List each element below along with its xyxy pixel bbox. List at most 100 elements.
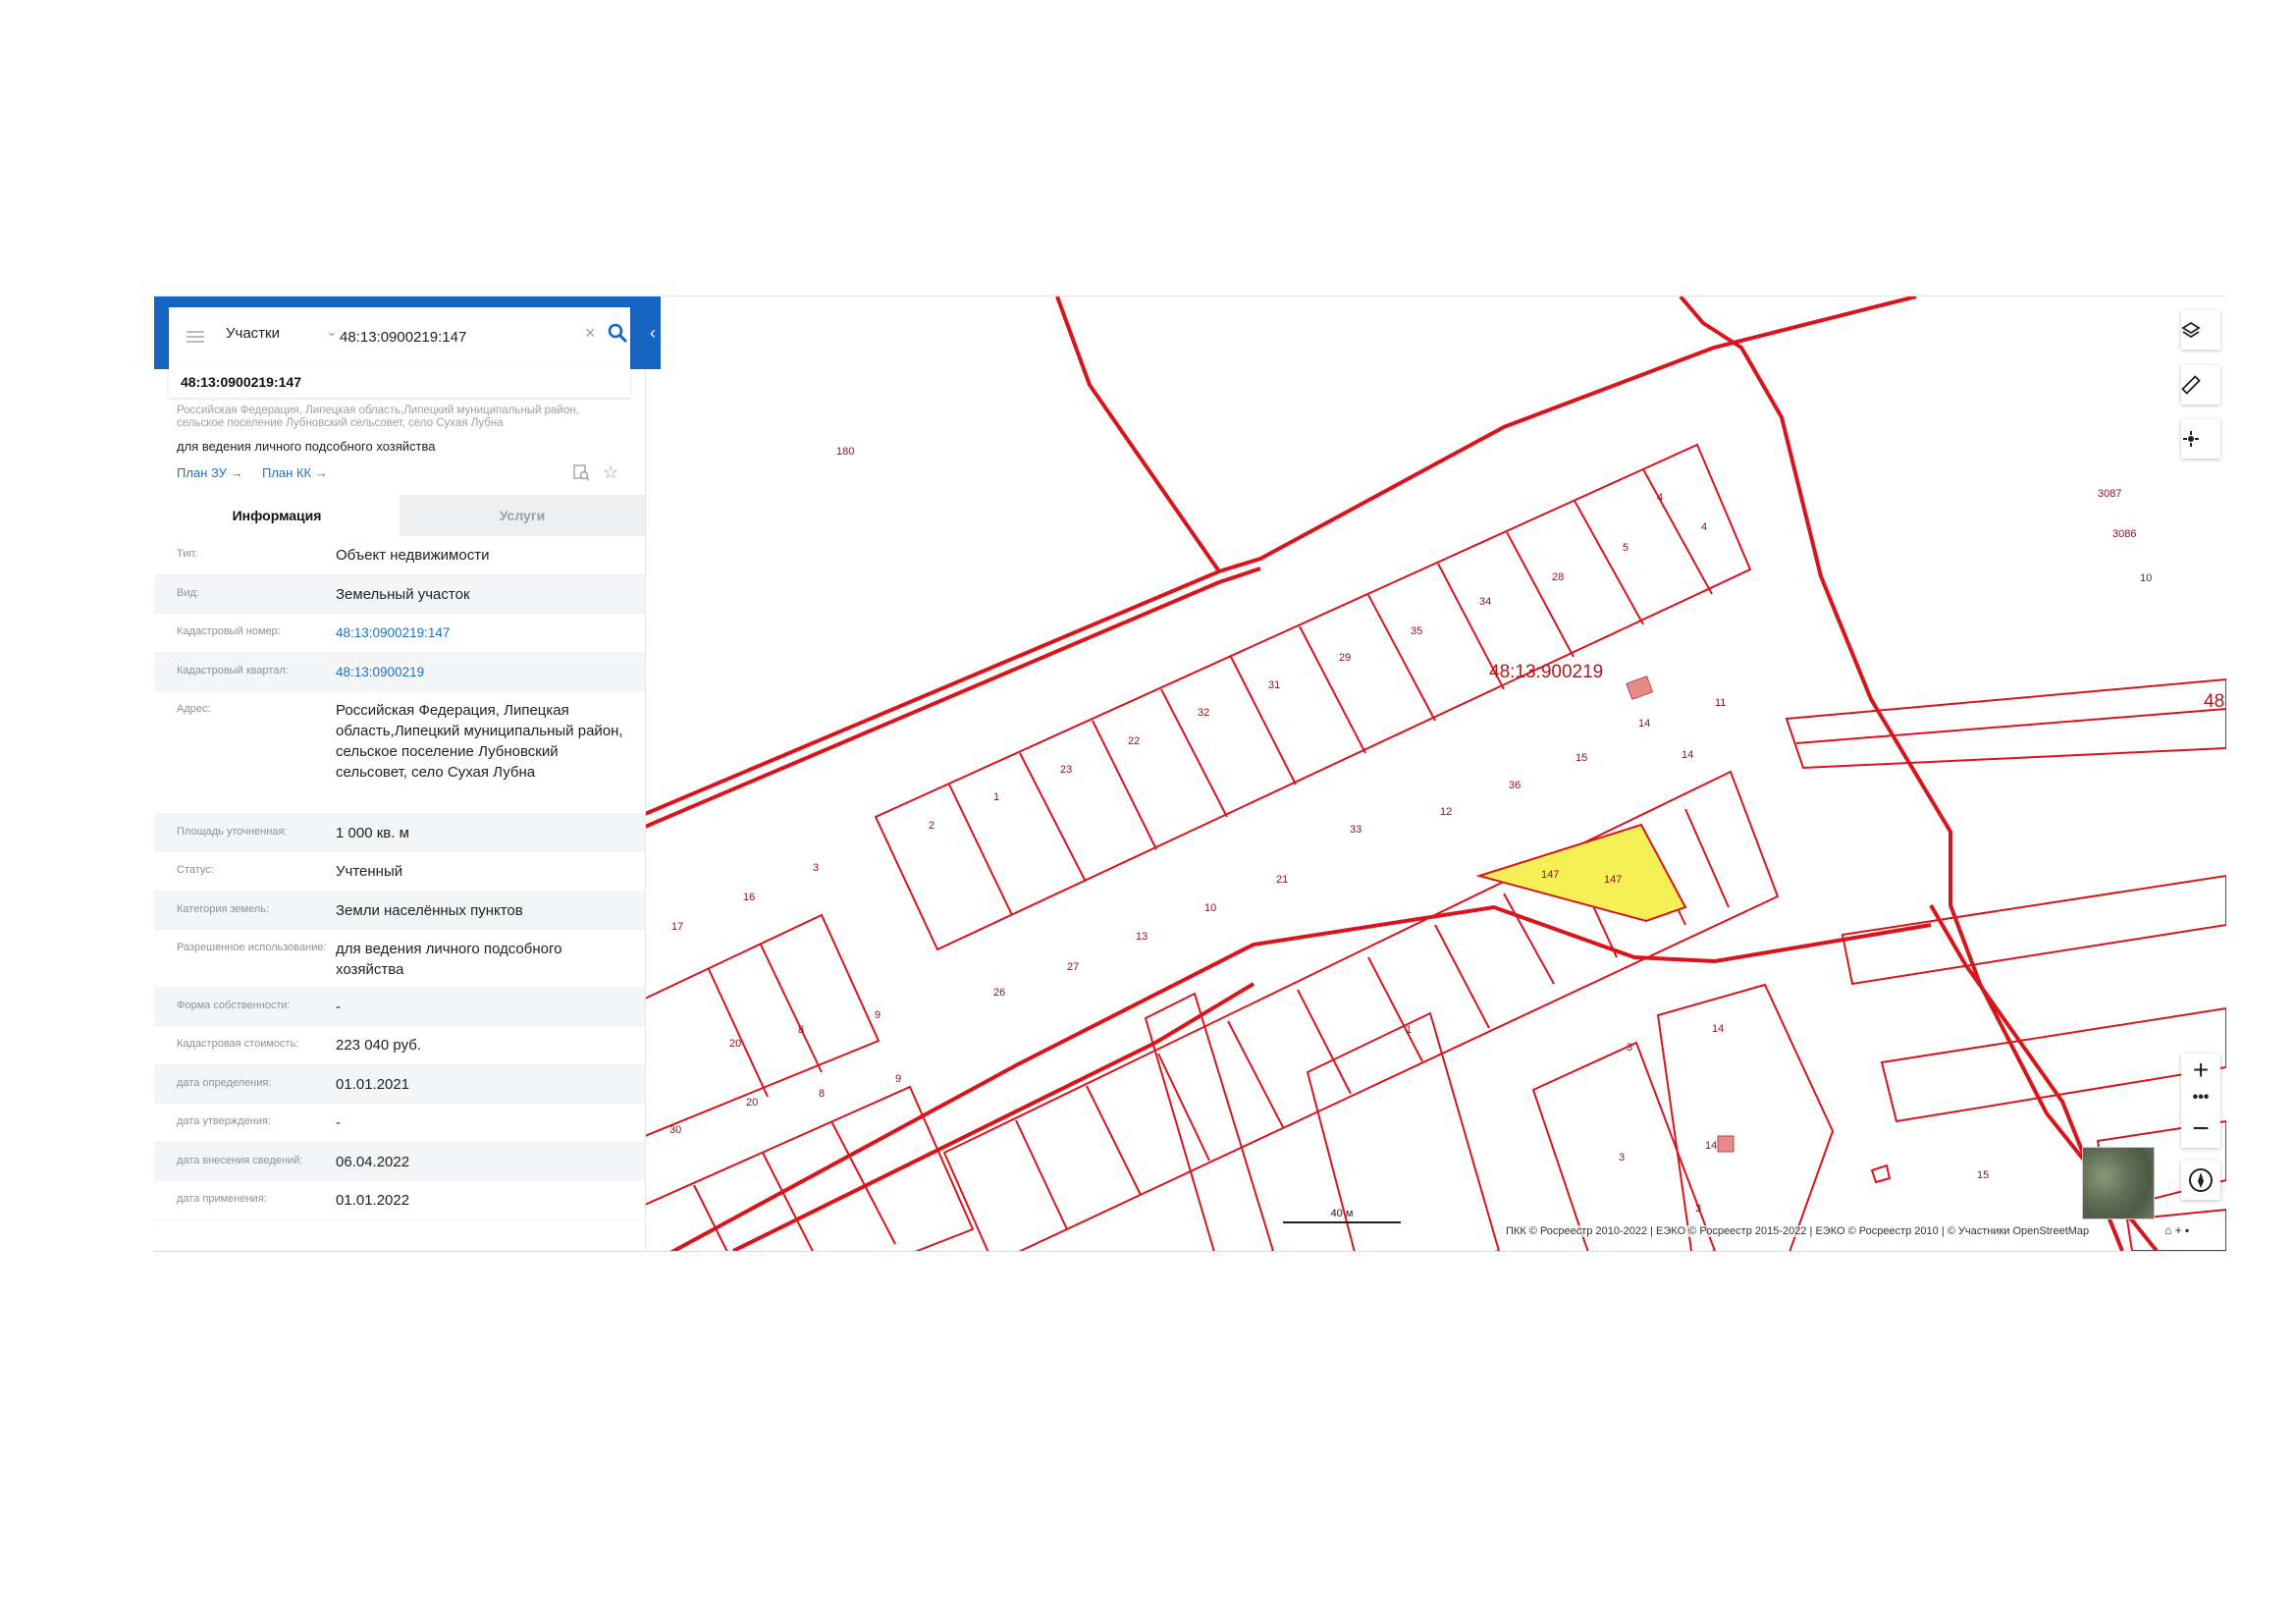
result-title: 48:13:0900219:147 xyxy=(181,374,301,390)
parcel-label: 16 xyxy=(743,892,755,903)
info-row-status: Статус: Учтенный xyxy=(154,852,645,892)
parcel-label: 3 xyxy=(1619,1152,1625,1164)
scale-bar: 40 м xyxy=(1283,1208,1401,1223)
cadastral-quarter-link[interactable]: 48:13:0900219 xyxy=(336,662,630,682)
clear-icon[interactable]: × xyxy=(585,323,596,344)
cadastral-map[interactable]: 180 3087 3086 10 4 4 5 28 34 35 29 31 32… xyxy=(645,297,2226,1251)
parcel-label: 33 xyxy=(1350,824,1362,836)
result-address: Российская Федерация, Липецкая область,Л… xyxy=(177,405,579,429)
parcel-label: 27 xyxy=(1067,961,1079,973)
parcel-label: 1 xyxy=(993,791,999,803)
menu-icon[interactable] xyxy=(187,331,204,343)
parcel-label: 8 xyxy=(819,1088,825,1100)
info-panel: ‹ Участки ⌄ × 48:13:0900219:147 Российск… xyxy=(154,297,661,1251)
locate-button[interactable] xyxy=(2181,419,2220,459)
basemap-switcher[interactable] xyxy=(2082,1147,2155,1219)
tab-services[interactable]: Услуги xyxy=(400,495,645,536)
measure-button[interactable] xyxy=(2181,365,2220,405)
parcel-label: 11 xyxy=(1715,697,1726,709)
more-options-button[interactable]: ••• xyxy=(2181,1087,2220,1114)
parcel-label: 3086 xyxy=(2112,528,2136,540)
parcel-layer[interactable]: 180 3087 3086 10 4 4 5 28 34 35 29 31 32… xyxy=(645,297,2226,1251)
zoom-in-button[interactable]: + xyxy=(2181,1054,2220,1087)
parcel-label: 22 xyxy=(1128,735,1140,747)
ruler-icon xyxy=(2181,375,2201,395)
parcel-label: 15 xyxy=(1977,1169,1989,1181)
compass-button[interactable] xyxy=(2181,1161,2220,1200)
parcel-label: 23 xyxy=(1060,764,1072,776)
parcel-label: 1 xyxy=(1406,1024,1412,1036)
parcel-label: 3 xyxy=(813,862,819,874)
parcel-label: 3087 xyxy=(2098,488,2121,500)
arrow-right-icon: → xyxy=(314,465,328,480)
parcel-label: 14 xyxy=(1682,749,1693,761)
chevron-left-icon: ‹ xyxy=(650,323,656,343)
parcel-label: 2 xyxy=(929,820,934,832)
tab-info[interactable]: Информация xyxy=(154,495,400,536)
parcel-label: 17 xyxy=(671,921,683,933)
info-row-land-category: Категория земель: Земли населённых пункт… xyxy=(154,892,645,930)
search-input[interactable] xyxy=(338,321,548,352)
parcel-label: 5 xyxy=(1623,542,1629,554)
road-boundary xyxy=(1055,297,1221,573)
zoom-out-button[interactable]: − xyxy=(2181,1114,2220,1148)
parcel-label: 21 xyxy=(1276,874,1288,886)
parcel-label: 10 xyxy=(1204,902,1216,914)
map-attribution: ПКК © Росреестр 2010-2022 | ЕЭКО © Росре… xyxy=(1506,1225,2090,1237)
plus-icon[interactable]: + xyxy=(2175,1223,2182,1237)
scale-label: 40 м xyxy=(1330,1208,1354,1219)
road-boundary xyxy=(645,297,1917,816)
parcel-label: 15 xyxy=(1575,752,1587,764)
parcel-label: 147 xyxy=(1604,874,1622,886)
parcel-label: 10 xyxy=(2140,572,2152,584)
info-row-permitted-use: Разрешенное использование: для ведения л… xyxy=(154,930,645,988)
panel-tabs: Информация Услуги xyxy=(154,495,645,536)
collapse-panel-button[interactable]: ‹ xyxy=(645,297,661,369)
attribution-icons: ⌂ + ▪ xyxy=(2164,1223,2189,1237)
parcel-label: 20 xyxy=(746,1097,758,1109)
result-purpose: для ведения личного подсобного хозяйства xyxy=(177,439,436,454)
parcel-label: 32 xyxy=(1198,707,1209,719)
parcel-label: 36 xyxy=(1509,780,1521,791)
search-icon[interactable] xyxy=(608,323,627,343)
plan-zu-link[interactable]: План ЗУ → xyxy=(177,465,243,480)
parcel-label: 34 xyxy=(1479,596,1491,608)
parcel-label: 31 xyxy=(1268,679,1280,691)
info-row-date-determined: дата определения: 01.01.2021 xyxy=(154,1065,645,1104)
zoom-controls: + ••• − xyxy=(2181,1054,2220,1148)
info-row-date-entered: дата внесения сведений: 06.04.2022 xyxy=(154,1143,645,1181)
parcel-label: 8 xyxy=(798,1024,804,1036)
building xyxy=(1626,676,1654,700)
info-row-type: Тип: Объект недвижимости xyxy=(154,536,645,575)
cadastral-number-link[interactable]: 48:13:0900219:147 xyxy=(336,623,630,643)
crosshair-icon xyxy=(2183,431,2199,447)
star-icon[interactable]: ☆ xyxy=(603,463,618,481)
info-row-cadastral-quarter: Кадастровый квартал: 48:13:0900219 xyxy=(154,653,645,691)
info-row-kind: Вид: Земельный участок xyxy=(154,575,645,614)
search-bar: Участки ⌄ × xyxy=(169,307,630,368)
parcel-label: 147 xyxy=(1541,869,1559,881)
parcel-label: 26 xyxy=(993,987,1005,999)
chevron-down-icon[interactable]: ⌄ xyxy=(326,323,338,340)
parcel-label: 20 xyxy=(729,1038,741,1050)
info-row-cadastral-number: Кадастровый номер: 48:13:0900219:147 xyxy=(154,614,645,653)
parcel-label: 30 xyxy=(669,1124,681,1136)
document-search-icon[interactable] xyxy=(573,464,590,481)
info-row-address: Адрес: Российская Федерация, Липецкая об… xyxy=(154,691,645,814)
layers-button[interactable] xyxy=(2181,310,2220,350)
plan-kk-link[interactable]: План КК → xyxy=(262,465,328,480)
category-select[interactable]: Участки xyxy=(226,325,280,342)
info-row-area: Площадь уточненная: 1 000 кв. м xyxy=(154,814,645,852)
road-boundary xyxy=(1679,297,2159,1251)
parcel-label: 13 xyxy=(1136,931,1148,943)
parcel-label: 180 xyxy=(836,446,854,458)
parcel-label: 14 xyxy=(1705,1140,1717,1152)
info-row-cadastral-cost: Кадастровая стоимость: 223 040 руб. xyxy=(154,1026,645,1065)
parcel-label: 9 xyxy=(895,1073,901,1085)
window-icon[interactable]: ▪ xyxy=(2185,1223,2189,1237)
arrow-right-icon: → xyxy=(230,465,243,480)
compass-icon xyxy=(2189,1168,2213,1192)
home-icon[interactable]: ⌂ xyxy=(2164,1223,2171,1237)
search-result[interactable]: 48:13:0900219:147 xyxy=(169,368,630,398)
info-table: Тип: Объект недвижимости Вид: Земельный … xyxy=(154,536,645,1220)
